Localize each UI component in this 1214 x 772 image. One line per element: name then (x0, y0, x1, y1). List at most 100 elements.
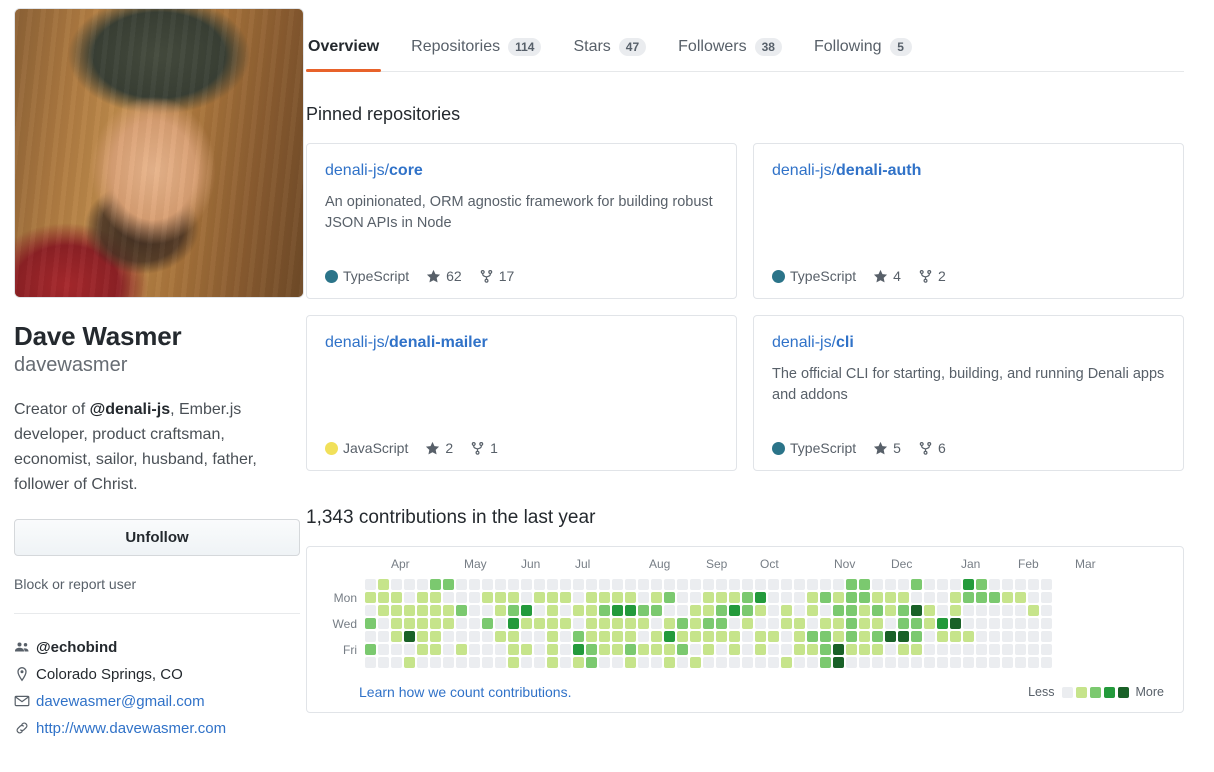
contribution-day-cell[interactable] (430, 579, 441, 590)
contribution-day-cell[interactable] (417, 644, 428, 655)
contribution-day-cell[interactable] (898, 579, 909, 590)
contribution-day-cell[interactable] (508, 618, 519, 629)
repo-stars[interactable]: 62 (426, 268, 462, 284)
tab-following[interactable]: Following 5 (798, 38, 928, 71)
contribution-day-cell[interactable] (664, 644, 675, 655)
contribution-day-cell[interactable] (365, 579, 376, 590)
contribution-day-cell[interactable] (859, 631, 870, 642)
contribution-day-cell[interactable] (716, 605, 727, 616)
contribution-day-cell[interactable] (885, 657, 896, 668)
contribution-day-cell[interactable] (820, 631, 831, 642)
contribution-day-cell[interactable] (716, 644, 727, 655)
contribution-day-cell[interactable] (586, 592, 597, 603)
contribution-day-cell[interactable] (469, 592, 480, 603)
contribution-day-cell[interactable] (755, 618, 766, 629)
contribution-day-cell[interactable] (755, 631, 766, 642)
contribution-day-cell[interactable] (560, 592, 571, 603)
contribution-day-cell[interactable] (677, 579, 688, 590)
contribution-day-cell[interactable] (469, 605, 480, 616)
contribution-day-cell[interactable] (898, 657, 909, 668)
contribution-day-cell[interactable] (1028, 657, 1039, 668)
contribution-day-cell[interactable] (950, 644, 961, 655)
contribution-day-cell[interactable] (404, 644, 415, 655)
contribution-day-cell[interactable] (729, 605, 740, 616)
contribution-day-cell[interactable] (924, 657, 935, 668)
contribution-day-cell[interactable] (703, 657, 714, 668)
contribution-day-cell[interactable] (911, 657, 922, 668)
contribution-day-cell[interactable] (599, 631, 610, 642)
contribution-day-cell[interactable] (703, 631, 714, 642)
contribution-day-cell[interactable] (755, 579, 766, 590)
contribution-day-cell[interactable] (404, 618, 415, 629)
contribution-day-cell[interactable] (404, 579, 415, 590)
contribution-day-cell[interactable] (1002, 592, 1013, 603)
contribution-day-cell[interactable] (924, 579, 935, 590)
contribution-day-cell[interactable] (508, 579, 519, 590)
contribution-day-cell[interactable] (443, 631, 454, 642)
contribution-day-cell[interactable] (950, 605, 961, 616)
contribution-day-cell[interactable] (365, 631, 376, 642)
contribution-day-cell[interactable] (586, 657, 597, 668)
contribution-day-cell[interactable] (924, 592, 935, 603)
pinned-repo-card[interactable]: denali-js/cli The official CLI for start… (753, 315, 1184, 471)
contribution-day-cell[interactable] (885, 605, 896, 616)
contribution-day-cell[interactable] (417, 657, 428, 668)
contribution-day-cell[interactable] (573, 644, 584, 655)
contribution-day-cell[interactable] (469, 618, 480, 629)
contribution-day-cell[interactable] (443, 657, 454, 668)
contribution-day-cell[interactable] (1015, 657, 1026, 668)
contribution-day-cell[interactable] (1015, 644, 1026, 655)
contribution-day-cell[interactable] (482, 657, 493, 668)
contribution-day-cell[interactable] (885, 644, 896, 655)
contribution-day-cell[interactable] (937, 605, 948, 616)
meta-item-email[interactable]: davewasmer@gmail.com (14, 688, 290, 715)
contribution-day-cell[interactable] (768, 657, 779, 668)
tab-stars[interactable]: Stars 47 (557, 38, 662, 71)
contribution-day-cell[interactable] (755, 644, 766, 655)
contribution-day-cell[interactable] (781, 605, 792, 616)
contribution-day-cell[interactable] (690, 631, 701, 642)
contribution-day-cell[interactable] (495, 631, 506, 642)
repo-forks[interactable]: 17 (479, 268, 515, 284)
contribution-day-cell[interactable] (742, 644, 753, 655)
contribution-day-cell[interactable] (534, 579, 545, 590)
contribution-day-cell[interactable] (742, 631, 753, 642)
contribution-day-cell[interactable] (456, 631, 467, 642)
contribution-day-cell[interactable] (989, 657, 1000, 668)
contribution-day-cell[interactable] (820, 618, 831, 629)
contribution-day-cell[interactable] (664, 631, 675, 642)
contribution-day-cell[interactable] (690, 605, 701, 616)
contribution-day-cell[interactable] (885, 631, 896, 642)
contribution-day-cell[interactable] (482, 644, 493, 655)
contribution-day-cell[interactable] (781, 579, 792, 590)
contribution-day-cell[interactable] (391, 592, 402, 603)
contribution-day-cell[interactable] (417, 592, 428, 603)
contribution-day-cell[interactable] (781, 657, 792, 668)
contribution-day-cell[interactable] (573, 657, 584, 668)
contribution-day-cell[interactable] (391, 644, 402, 655)
contribution-day-cell[interactable] (794, 631, 805, 642)
contribution-day-cell[interactable] (794, 592, 805, 603)
contribution-day-cell[interactable] (703, 644, 714, 655)
contribution-day-cell[interactable] (534, 592, 545, 603)
contribution-day-cell[interactable] (456, 657, 467, 668)
contribution-day-cell[interactable] (560, 579, 571, 590)
contribution-day-cell[interactable] (976, 605, 987, 616)
contribution-day-cell[interactable] (1041, 592, 1052, 603)
contribution-day-cell[interactable] (976, 657, 987, 668)
contribution-day-cell[interactable] (1015, 631, 1026, 642)
contribution-day-cell[interactable] (742, 618, 753, 629)
contribution-day-cell[interactable] (547, 605, 558, 616)
contribution-day-cell[interactable] (469, 579, 480, 590)
contribution-day-cell[interactable] (872, 592, 883, 603)
contribution-day-cell[interactable] (781, 644, 792, 655)
contribution-day-cell[interactable] (989, 631, 1000, 642)
bio-org-mention[interactable]: @denali-js (90, 401, 171, 418)
contribution-day-cell[interactable] (898, 592, 909, 603)
contribution-day-cell[interactable] (1041, 657, 1052, 668)
contribution-day-cell[interactable] (937, 644, 948, 655)
contribution-day-cell[interactable] (807, 644, 818, 655)
contribution-day-cell[interactable] (638, 592, 649, 603)
repo-title[interactable]: denali-js/core (325, 161, 718, 181)
contribution-day-cell[interactable] (560, 644, 571, 655)
